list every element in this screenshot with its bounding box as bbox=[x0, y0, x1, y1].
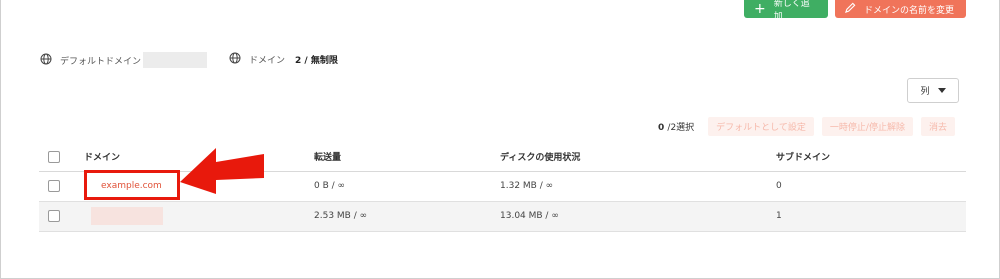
caret-down-icon bbox=[937, 88, 946, 93]
rename-domain-label: ドメインの名前を変更 bbox=[864, 5, 955, 16]
row-checkbox[interactable] bbox=[48, 180, 60, 192]
globe-icon bbox=[229, 52, 249, 67]
disk-cell: 1.32 MB / ∞ bbox=[500, 171, 776, 202]
row-checkbox-cell bbox=[39, 171, 84, 202]
domain-cell bbox=[84, 201, 314, 232]
annotation-highlight-box bbox=[84, 170, 180, 200]
default-domain-label: デフォルトドメイン bbox=[60, 56, 142, 67]
selection-count: 0 /2選択 bbox=[658, 120, 694, 133]
pencil-icon bbox=[845, 2, 856, 16]
add-new-label: 新しく追加 bbox=[773, 0, 810, 22]
default-domain-info: デフォルトドメイン bbox=[40, 52, 208, 68]
bulk-actions-bar: 0 /2選択 デフォルトとして設定 一時停止/停止解除 消去 bbox=[658, 117, 955, 136]
header-transfer[interactable]: 転送量 bbox=[314, 143, 500, 172]
delete-button[interactable]: 消去 bbox=[920, 117, 955, 136]
add-new-button[interactable]: + 新しく追加 bbox=[744, 0, 828, 22]
redacted-default-domain bbox=[143, 52, 208, 68]
annotation-arrow bbox=[180, 148, 264, 194]
select-all-checkbox[interactable] bbox=[48, 150, 60, 163]
subdomain-cell: 1 bbox=[776, 201, 966, 232]
header-disk[interactable]: ディスクの使用状況 bbox=[500, 143, 776, 172]
transfer-cell: 2.53 MB / ∞ bbox=[314, 201, 500, 232]
transfer-cell: 0 B / ∞ bbox=[314, 171, 500, 202]
disk-cell: 13.04 MB / ∞ bbox=[500, 201, 776, 232]
table-row: 2.53 MB / ∞ 13.04 MB / ∞ 1 bbox=[39, 201, 966, 232]
page-frame bbox=[0, 0, 1000, 279]
domain-count-info: ドメイン 2 / 無制限 bbox=[229, 52, 338, 67]
suspend-resume-button[interactable]: 一時停止/停止解除 bbox=[821, 117, 913, 136]
header-subdomain[interactable]: サブドメイン bbox=[776, 143, 966, 172]
rename-domain-button[interactable]: ドメインの名前を変更 bbox=[835, 0, 966, 18]
domain-label: ドメイン bbox=[249, 56, 286, 66]
set-default-button[interactable]: デフォルトとして設定 bbox=[708, 117, 814, 136]
globe-icon bbox=[40, 53, 60, 68]
header-checkbox-cell bbox=[39, 143, 84, 172]
selection-count-suffix: /2選択 bbox=[667, 123, 695, 133]
row-checkbox[interactable] bbox=[48, 210, 60, 222]
subdomain-cell: 0 bbox=[776, 171, 966, 202]
domain-count: 2 / 無制限 bbox=[295, 56, 338, 66]
selection-count-value: 0 bbox=[658, 123, 665, 133]
redacted-domain-link[interactable] bbox=[91, 207, 163, 225]
columns-dropdown-label: 列 bbox=[920, 87, 930, 97]
plus-icon: + bbox=[754, 1, 766, 17]
columns-dropdown[interactable]: 列 bbox=[907, 78, 959, 103]
row-checkbox-cell bbox=[39, 201, 84, 232]
